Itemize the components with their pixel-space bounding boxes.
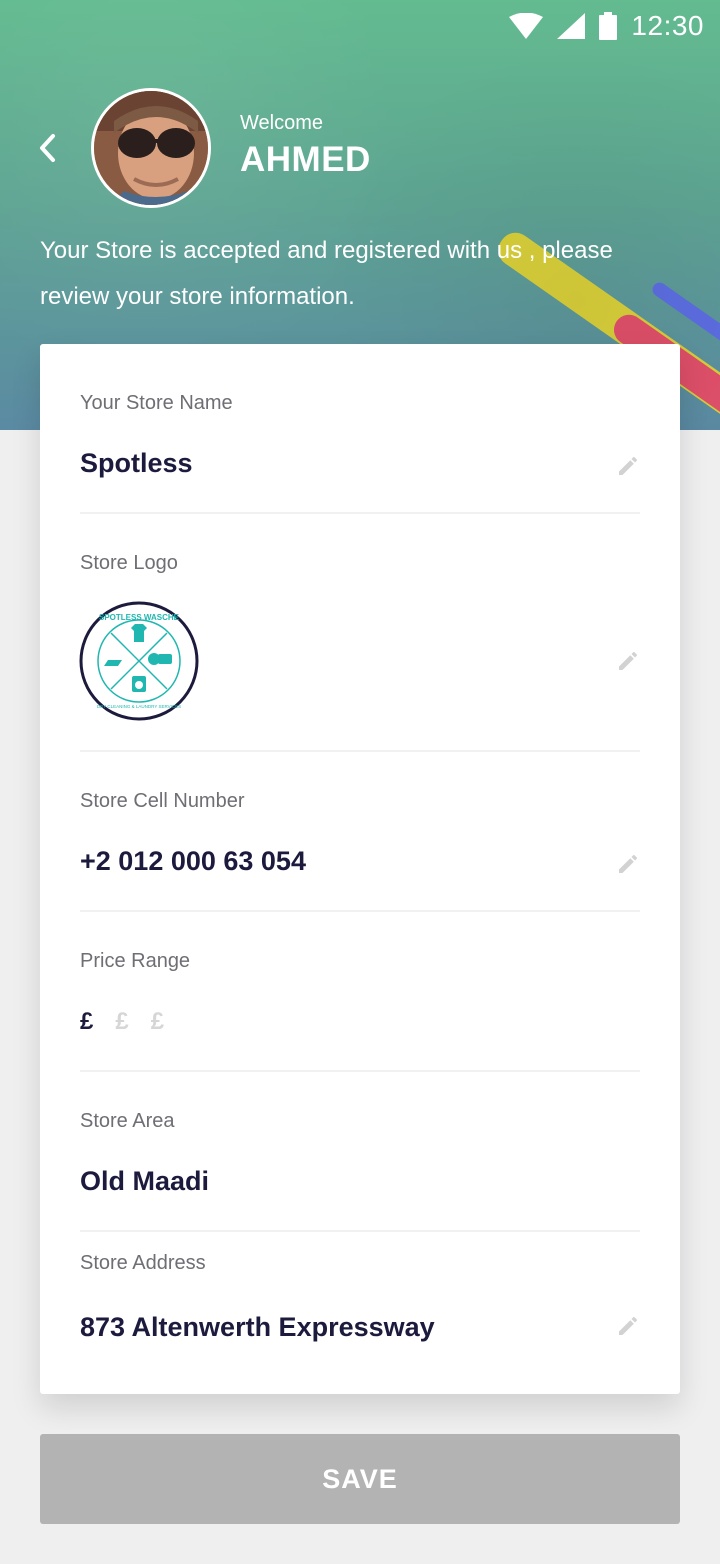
store-name-field: Your Store Name bbox=[80, 392, 640, 415]
status-bar: 12:30 bbox=[509, 8, 704, 44]
store-logo-image: SPOTLESS WASCHE DRY CLEANING & LAUNDRY S… bbox=[79, 601, 199, 721]
cell-number-label: Store Cell Number bbox=[80, 790, 245, 812]
price-range-label: Price Range bbox=[80, 950, 191, 972]
price-level-3[interactable]: £ bbox=[151, 1008, 164, 1036]
store-logo-label: Store Logo bbox=[80, 552, 178, 574]
store-address-value: 873 Altenwerth Expressway bbox=[80, 1312, 435, 1342]
signal-icon bbox=[557, 13, 586, 39]
store-info-card: Your Store Name Spotless Store Logo SPOT… bbox=[40, 344, 680, 1394]
price-range-field: Price Range bbox=[80, 950, 640, 973]
logo-bottom-text: DRY CLEANING & LAUNDRY SERVICES bbox=[97, 704, 181, 709]
store-area-value: Old Maadi bbox=[80, 1166, 210, 1196]
edit-store-name-icon[interactable] bbox=[616, 454, 640, 478]
divider bbox=[80, 910, 640, 912]
store-logo-field: Store Logo bbox=[80, 552, 640, 575]
chevron-left-icon bbox=[40, 134, 55, 162]
edit-store-address-icon[interactable] bbox=[616, 1314, 640, 1338]
divider bbox=[80, 1070, 640, 1072]
user-avatar bbox=[91, 88, 211, 208]
cell-number-field: Store Cell Number bbox=[80, 790, 640, 813]
logo-top-text: SPOTLESS WASCHE bbox=[99, 613, 180, 622]
store-address-field: Store Address bbox=[80, 1252, 640, 1275]
price-level-2[interactable]: £ bbox=[115, 1008, 128, 1036]
store-review-screen: 12:30 Welcome AHMED Your Store is accept… bbox=[0, 0, 720, 1564]
store-logo: SPOTLESS WASCHE DRY CLEANING & LAUNDRY S… bbox=[78, 600, 200, 722]
store-name-label: Your Store Name bbox=[80, 392, 233, 414]
store-area-label: Store Area bbox=[80, 1110, 175, 1132]
price-range-selector: £ £ £ bbox=[80, 1008, 640, 1036]
store-address-row: 873 Altenwerth Expressway bbox=[80, 1312, 640, 1343]
registration-message: Your Store is accepted and registered wi… bbox=[40, 237, 613, 310]
store-area-row: Old Maadi bbox=[80, 1166, 640, 1197]
user-name: AHMED bbox=[240, 140, 371, 179]
status-time: 12:30 bbox=[631, 10, 704, 41]
wifi-icon bbox=[509, 13, 544, 39]
edit-store-logo-icon[interactable] bbox=[616, 649, 640, 673]
store-name-value: Spotless bbox=[80, 448, 193, 478]
back-button[interactable] bbox=[30, 128, 66, 168]
store-name-row: Spotless bbox=[80, 448, 640, 479]
cell-number-value: +2 012 000 63 054 bbox=[80, 846, 306, 876]
store-address-label: Store Address bbox=[80, 1252, 206, 1274]
store-area-field: Store Area bbox=[80, 1110, 640, 1133]
save-button[interactable]: SAVE bbox=[40, 1434, 680, 1524]
divider bbox=[80, 750, 640, 752]
divider bbox=[80, 512, 640, 514]
cell-number-row: +2 012 000 63 054 bbox=[80, 846, 640, 877]
battery-icon bbox=[599, 12, 618, 40]
price-level-1[interactable]: £ bbox=[80, 1008, 93, 1036]
divider bbox=[80, 1230, 640, 1232]
edit-cell-number-icon[interactable] bbox=[616, 852, 640, 876]
welcome-label: Welcome bbox=[240, 112, 323, 134]
